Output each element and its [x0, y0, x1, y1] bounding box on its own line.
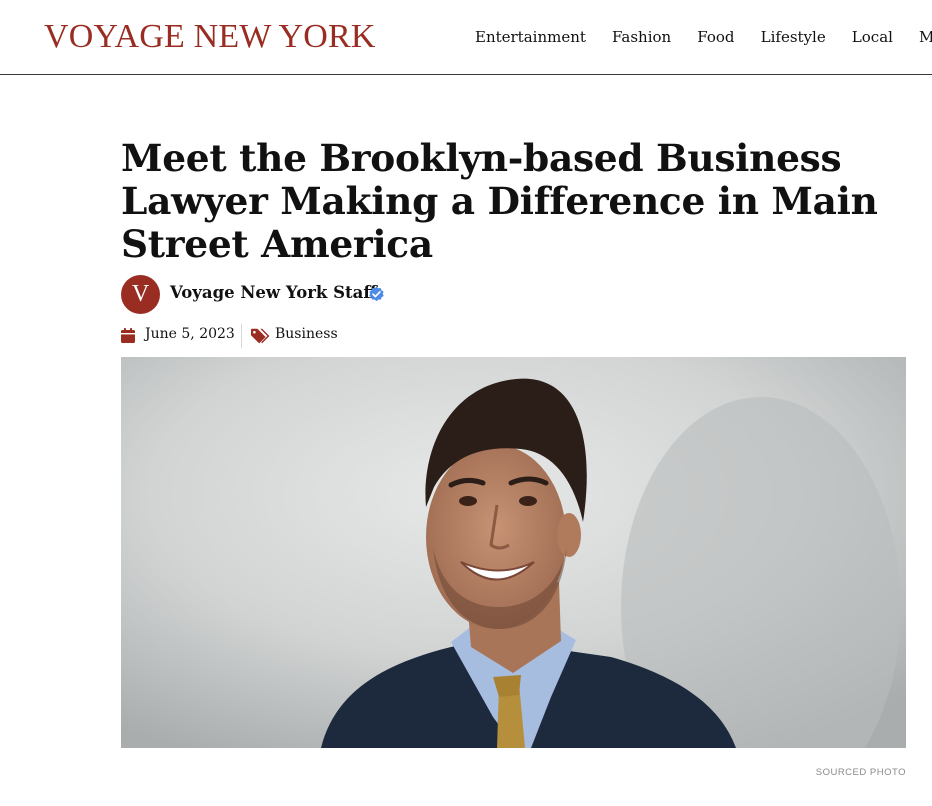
- article-meta: June 5, 2023 Business: [121, 324, 521, 348]
- meta-divider: [241, 324, 242, 348]
- publish-date: June 5, 2023: [145, 326, 235, 342]
- author-avatar[interactable]: V: [121, 275, 160, 314]
- portrait-image: [121, 357, 906, 748]
- nav-item-more[interactable]: Moc: [919, 26, 932, 48]
- article-featured-photo: [121, 357, 906, 748]
- site-logo[interactable]: VOYAGE NEW YORK: [44, 17, 376, 57]
- author-name-link[interactable]: Voyage New York Staff: [170, 283, 377, 302]
- nav-item-food[interactable]: Food: [697, 26, 734, 48]
- author-byline: V Voyage New York Staff: [121, 275, 521, 315]
- photo-caption: SOURCED PHOTO: [815, 767, 906, 778]
- nav-item-entertainment[interactable]: Entertainment: [475, 26, 586, 48]
- nav-item-lifestyle[interactable]: Lifestyle: [761, 26, 826, 48]
- verified-check-icon: [369, 286, 384, 302]
- tags-icon: [251, 328, 270, 344]
- nav-item-local[interactable]: Local: [852, 26, 893, 48]
- category-link-business[interactable]: Business: [275, 326, 338, 342]
- main-nav: Entertainment Fashion Food Lifestyle Loc…: [475, 26, 932, 50]
- calendar-icon: [121, 328, 135, 343]
- nav-item-fashion[interactable]: Fashion: [612, 26, 671, 48]
- article-title: Meet the Brooklyn-based Business Lawyer …: [121, 136, 878, 266]
- site-header: VOYAGE NEW YORK Entertainment Fashion Fo…: [0, 0, 932, 75]
